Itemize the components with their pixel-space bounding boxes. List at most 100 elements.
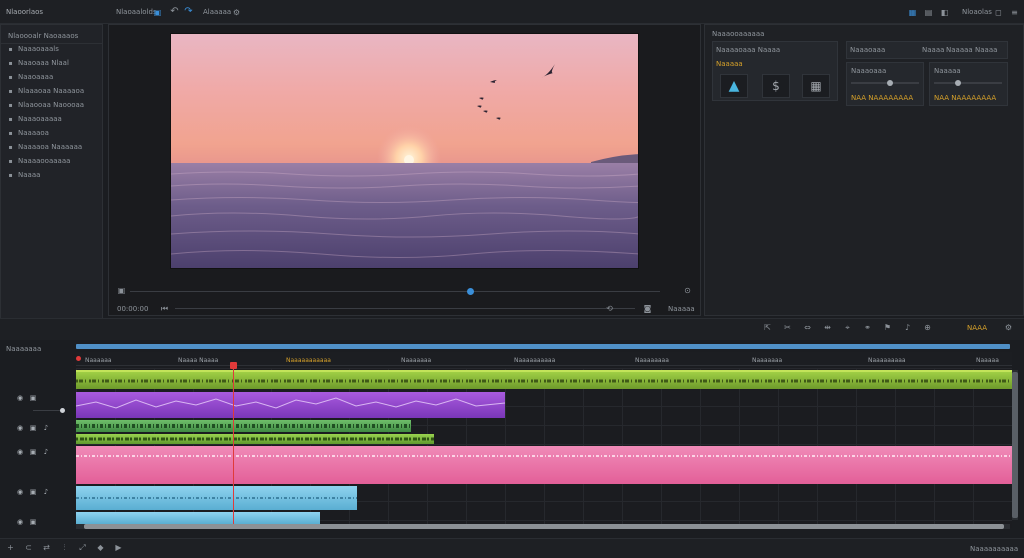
media-item[interactable]: ▪ Naaaaoa Naaaaaa — [7, 142, 82, 152]
file-icon: ▪ — [8, 143, 13, 151]
audio-clip-blue[interactable] — [76, 486, 357, 510]
grid-icon[interactable]: ▤ — [924, 8, 933, 17]
mute-icon[interactable]: ♪ — [42, 488, 50, 496]
eye-icon[interactable]: ◉ — [16, 488, 24, 496]
viewer-zoom-label[interactable]: Naaaaa — [668, 305, 695, 313]
track-volume-handle[interactable] — [60, 408, 65, 413]
render-icon[interactable]: ▶ — [114, 543, 123, 552]
blade-tool-icon[interactable]: ✂ — [783, 323, 792, 332]
track-controls: ◉ ▣ ♪ — [16, 488, 50, 496]
horizontal-scroll-thumb[interactable] — [84, 524, 1004, 529]
audio-clip-purple[interactable] — [76, 392, 505, 418]
lock-icon[interactable]: ▣ — [29, 424, 37, 432]
playhead-handle[interactable] — [230, 362, 237, 369]
media-item[interactable]: ▪ Naaoaaaa — [7, 72, 53, 82]
file-icon: ▪ — [8, 129, 13, 137]
lock-icon[interactable]: ▣ — [29, 394, 37, 402]
ruler-label: Naaaaaa — [85, 357, 112, 364]
filter-tool-button[interactable]: ▦ — [802, 74, 830, 98]
transition-tool-button[interactable]: $ — [762, 74, 790, 98]
footer-tools: + ⊂ ⇄ ⫶ ⤢ ◆ ▶ — [6, 543, 123, 552]
video-clip[interactable] — [76, 370, 1012, 389]
file-icon: ▪ — [8, 45, 13, 53]
footer-bar — [0, 538, 1024, 558]
tab-left[interactable]: Alaaaaa — [203, 8, 231, 16]
properties-tab[interactable]: Naaaaa — [946, 46, 973, 54]
media-item[interactable]: ▪ Naaaaoa — [7, 128, 49, 138]
property-b-handle[interactable] — [955, 80, 961, 86]
eye-icon[interactable]: ◉ — [16, 424, 24, 432]
media-item[interactable]: ▪ Naaaoaaaaa — [7, 114, 61, 124]
link-icon[interactable]: ⚭ — [863, 323, 872, 332]
mute-icon[interactable]: ♪ — [42, 424, 50, 432]
lock-icon[interactable]: ▣ — [29, 518, 37, 526]
property-a-value: NAA NAAAAAAAA — [851, 94, 914, 102]
loop-icon[interactable]: ⟲ — [605, 304, 614, 313]
zoom-track[interactable] — [175, 308, 635, 309]
settings-icon[interactable]: ⚙ — [232, 8, 241, 17]
folder-icon[interactable]: ▣ — [153, 8, 162, 17]
video-clip-lime[interactable] — [76, 434, 434, 444]
mute-icon[interactable]: ♪ — [42, 448, 50, 456]
text-tool-button[interactable]: ▲ — [720, 74, 748, 98]
media-item[interactable]: ▪ Nlaaaoaa Naaaaoa — [7, 86, 84, 96]
track-volume-slider[interactable] — [33, 410, 63, 411]
magnet-icon[interactable]: ⊂ — [24, 543, 33, 552]
eye-icon[interactable]: ◉ — [16, 394, 24, 402]
media-item[interactable]: ▪ Naaaoaaals — [7, 44, 58, 54]
top-bar: Nlaoorlaos Nlaoaalolds ▣ ↶ ↷ Alaaaaa ⚙ ▦… — [0, 0, 1024, 24]
scrubber-track[interactable] — [130, 291, 660, 292]
audio-clip-blue-2[interactable] — [76, 512, 320, 524]
breadcrumb[interactable]: Nlaoaalolds — [116, 8, 157, 16]
property-b-value: NAA NAAAAAAAA — [934, 94, 997, 102]
vertical-scroll-thumb[interactable] — [1012, 372, 1018, 518]
split-icon[interactable]: ◧ — [940, 8, 949, 17]
timeline-badge[interactable]: NAAA — [967, 324, 987, 332]
slip-tool-icon[interactable]: ⇹ — [823, 323, 832, 332]
split-tool-icon: $ — [772, 79, 780, 93]
media-item[interactable]: ▪ Naaaaooaaaaa — [7, 156, 70, 166]
timeline-settings-icon[interactable]: ⚙ — [1004, 323, 1013, 332]
undo-icon[interactable]: ↶ — [170, 7, 179, 17]
eye-icon[interactable]: ◉ — [16, 518, 24, 526]
media-item[interactable]: ▪ Nlaaooaa Naoooaa — [7, 100, 84, 110]
playhead-line[interactable] — [233, 366, 234, 524]
skip-back-icon[interactable]: ⏮ — [160, 304, 169, 313]
fullscreen-icon[interactable]: ⊙ — [683, 286, 692, 295]
ruler-label: Naaaaaaaaaaa — [286, 357, 331, 364]
redo-icon[interactable]: ↷ — [184, 7, 193, 17]
zoom-icon[interactable]: ⊕ — [923, 323, 932, 332]
snap-icon[interactable]: ⌖ — [843, 323, 852, 332]
video-preview[interactable] — [170, 33, 639, 269]
properties-tab[interactable]: Naaaa — [922, 46, 944, 54]
media-item[interactable]: ▪ Naaaa — [7, 170, 40, 180]
ripple-icon[interactable]: ⇄ — [42, 543, 51, 552]
layout-icon[interactable]: ▦ — [908, 8, 917, 17]
fit-icon[interactable]: ⤢ — [78, 543, 87, 552]
timeline-scrollbar[interactable] — [76, 344, 1010, 349]
snapshot-icon[interactable]: ▣ — [117, 286, 126, 295]
menu-icon[interactable]: ≡ — [1010, 8, 1019, 17]
video-clip-green[interactable] — [76, 420, 411, 432]
property-a-slider[interactable] — [851, 82, 919, 84]
keyframe-icon[interactable]: ◆ — [96, 543, 105, 552]
split-audio-icon[interactable]: ⫶ — [60, 543, 69, 552]
marker-icon[interactable]: ⚑ — [883, 323, 892, 332]
scrubber-handle[interactable] — [467, 288, 474, 295]
property-b-slider[interactable] — [934, 82, 1002, 84]
clip-waveform — [76, 455, 1012, 457]
media-item[interactable]: ▪ Naaoaaa Nlaal — [7, 58, 68, 68]
lock-icon[interactable]: ▣ — [29, 488, 37, 496]
select-tool-icon[interactable]: ⇱ — [763, 323, 772, 332]
camera-icon[interactable]: ◙ — [643, 304, 652, 313]
properties-tab[interactable]: Naaaa — [975, 46, 997, 54]
add-track-icon[interactable]: + — [6, 543, 15, 552]
window-icon[interactable]: ◻ — [994, 8, 1003, 17]
property-a-handle[interactable] — [887, 80, 893, 86]
audio-icon[interactable]: ♪ — [903, 323, 912, 332]
trim-tool-icon[interactable]: ⇔ — [803, 323, 812, 332]
property-b-label: Naaaaa — [934, 67, 961, 75]
eye-icon[interactable]: ◉ — [16, 448, 24, 456]
audio-clip-pink[interactable] — [76, 446, 1012, 484]
lock-icon[interactable]: ▣ — [29, 448, 37, 456]
